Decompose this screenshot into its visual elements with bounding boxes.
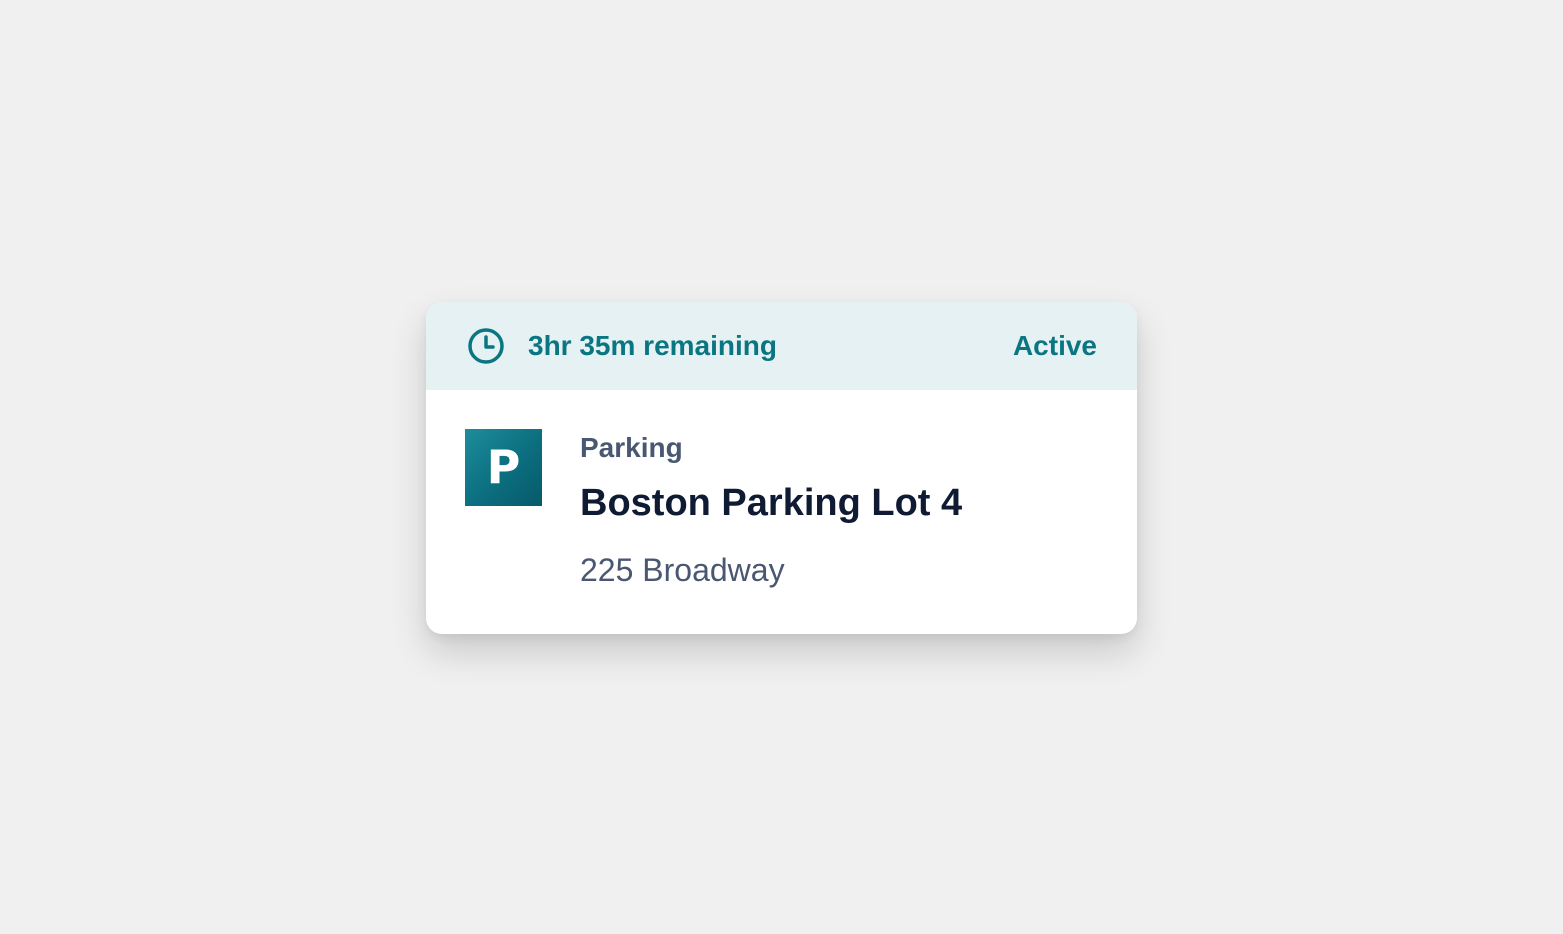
status-badge: Active	[1012, 330, 1097, 361]
location-name: Boston Parking Lot 4	[580, 482, 963, 524]
parking-session-card[interactable]: 3hr 35m remaining Active P Parking Bosto…	[426, 302, 1137, 634]
clock-icon	[468, 328, 504, 364]
parking-icon: P	[465, 429, 542, 506]
session-header: 3hr 35m remaining Active	[426, 302, 1137, 390]
location-address: 225 Broadway	[580, 552, 785, 588]
category-label: Parking	[580, 432, 683, 463]
parking-icon-letter: P	[486, 440, 521, 494]
time-remaining: 3hr 35m remaining	[528, 330, 777, 361]
